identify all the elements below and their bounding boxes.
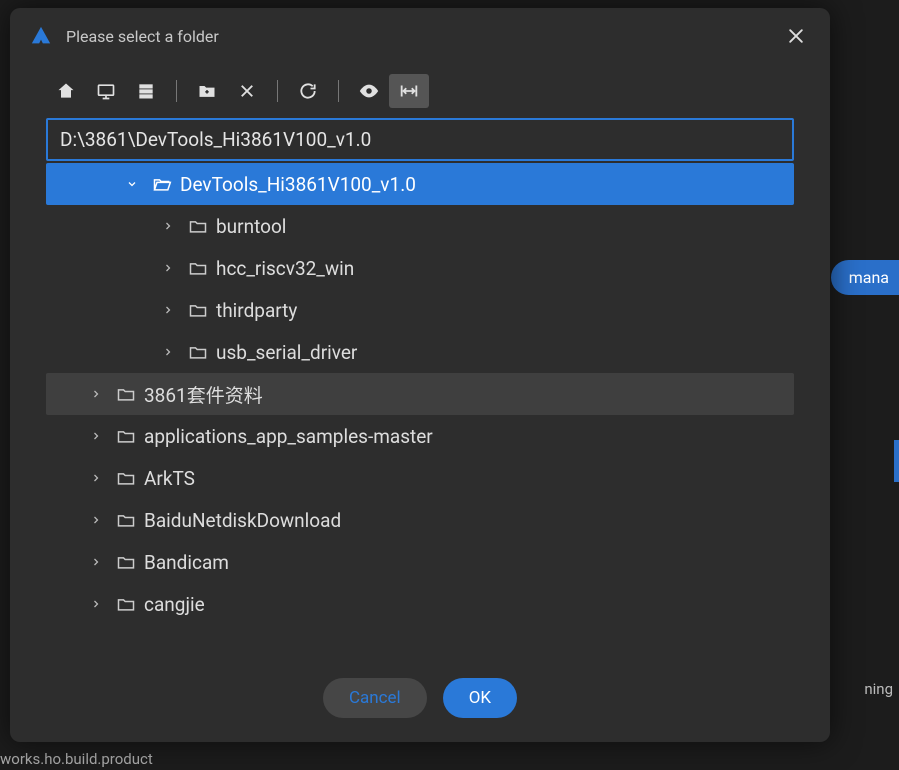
tree-row[interactable]: BaiduNetdiskDownload (46, 499, 794, 541)
tree-row[interactable]: thirdparty (46, 289, 794, 331)
tree-row[interactable]: hcc_riscv32_win (46, 247, 794, 289)
chevron-right-icon[interactable] (162, 262, 182, 274)
tree-row-label: cangjie (144, 593, 205, 616)
folder-icon (188, 342, 208, 362)
bg-text-ning: ning (864, 680, 893, 698)
bg-blue-edge (894, 440, 899, 482)
folder-tree[interactable]: DevTools_Hi3861V100_v1.0 burntool hcc_risc… (46, 163, 794, 658)
folder-icon (116, 594, 136, 614)
folder-icon (116, 384, 136, 404)
refresh-icon (298, 81, 318, 101)
folder-icon (188, 216, 208, 236)
new-folder-button[interactable] (187, 74, 227, 108)
path-input[interactable] (46, 118, 794, 161)
folder-icon (116, 552, 136, 572)
tree-row[interactable]: burntool (46, 205, 794, 247)
path-input-wrap (10, 118, 830, 161)
tree-row[interactable]: DevTools_Hi3861V100_v1.0 (46, 163, 794, 205)
expand-toggle-button[interactable] (389, 74, 429, 108)
bg-manage-pill[interactable]: mana (831, 260, 899, 295)
close-button[interactable] (782, 22, 810, 50)
show-hidden-button[interactable] (349, 74, 389, 108)
chevron-down-icon[interactable] (126, 178, 146, 190)
toolbar-separator (338, 80, 339, 102)
bg-manage-label: mana (849, 268, 889, 287)
dialog-footer: Cancel OK (10, 658, 830, 742)
tree-row-label: usb_serial_driver (216, 341, 357, 364)
eye-icon (358, 80, 380, 102)
toolbar-separator (176, 80, 177, 102)
tree-row[interactable]: 3861套件资料 (46, 373, 794, 415)
dialog-toolbar (10, 64, 830, 118)
folder-tree-wrap: DevTools_Hi3861V100_v1.0 burntool hcc_risc… (10, 163, 830, 658)
chevron-right-icon[interactable] (90, 388, 110, 400)
chevron-right-icon[interactable] (162, 220, 182, 232)
tree-row[interactable]: Bandicam (46, 541, 794, 583)
refresh-button[interactable] (288, 74, 328, 108)
tree-row[interactable]: ArkTS (46, 457, 794, 499)
folder-icon (116, 510, 136, 530)
folder-icon (116, 426, 136, 446)
tree-row-label: Bandicam (144, 551, 229, 574)
tree-row[interactable]: cangjie (46, 583, 794, 625)
desktop-button[interactable] (86, 74, 126, 108)
tree-row-label: DevTools_Hi3861V100_v1.0 (180, 173, 416, 196)
folder-icon (116, 426, 136, 446)
tree-row-label: ArkTS (144, 467, 195, 490)
chevron-right-icon[interactable] (90, 514, 110, 526)
folder-icon (188, 300, 208, 320)
ok-button[interactable]: OK (443, 678, 517, 718)
tree-row-label: burntool (216, 215, 286, 238)
chevron-right-icon[interactable] (90, 472, 110, 484)
x-icon (238, 82, 256, 100)
folder-icon (188, 258, 208, 278)
drives-button[interactable] (126, 74, 166, 108)
folder-icon (116, 510, 136, 530)
dialog-title: Please select a folder (66, 27, 782, 46)
folder-icon (188, 342, 208, 362)
home-button[interactable] (46, 74, 86, 108)
tree-row-label: BaiduNetdiskDownload (144, 509, 341, 532)
tree-row[interactable]: usb_serial_driver (46, 331, 794, 373)
folder-icon (188, 258, 208, 278)
bg-text-product: works.ho.build.product (0, 750, 153, 768)
cancel-button[interactable]: Cancel (323, 678, 427, 718)
chevron-right-icon[interactable] (90, 556, 110, 568)
toolbar-separator (277, 80, 278, 102)
delete-button[interactable] (227, 74, 267, 108)
expand-width-icon (398, 80, 420, 102)
chevron-right-icon[interactable] (162, 346, 182, 358)
monitor-icon (96, 81, 116, 101)
server-icon (136, 81, 156, 101)
tree-row-label: 3861套件资料 (144, 381, 263, 408)
folder-icon (116, 594, 136, 614)
tree-row-label: hcc_riscv32_win (216, 257, 354, 280)
app-logo-icon (30, 25, 52, 47)
chevron-right-icon[interactable] (90, 430, 110, 442)
dialog-header: Please select a folder (10, 8, 830, 64)
folder-icon (116, 384, 136, 404)
tree-row[interactable]: applications_app_samples-master (46, 415, 794, 457)
home-icon (56, 81, 76, 101)
folder-icon (116, 468, 136, 488)
folder-select-dialog: Please select a folder (10, 8, 830, 742)
close-icon (786, 26, 806, 46)
folder-icon (188, 216, 208, 236)
folder-icon (116, 468, 136, 488)
chevron-right-icon[interactable] (162, 304, 182, 316)
tree-row-label: applications_app_samples-master (144, 425, 433, 448)
folder-icon (116, 552, 136, 572)
chevron-right-icon[interactable] (90, 598, 110, 610)
folder-open-icon (152, 174, 172, 194)
new-folder-icon (197, 81, 217, 101)
tree-row-label: thirdparty (216, 299, 297, 322)
folder-open-icon (152, 174, 172, 194)
folder-icon (188, 300, 208, 320)
